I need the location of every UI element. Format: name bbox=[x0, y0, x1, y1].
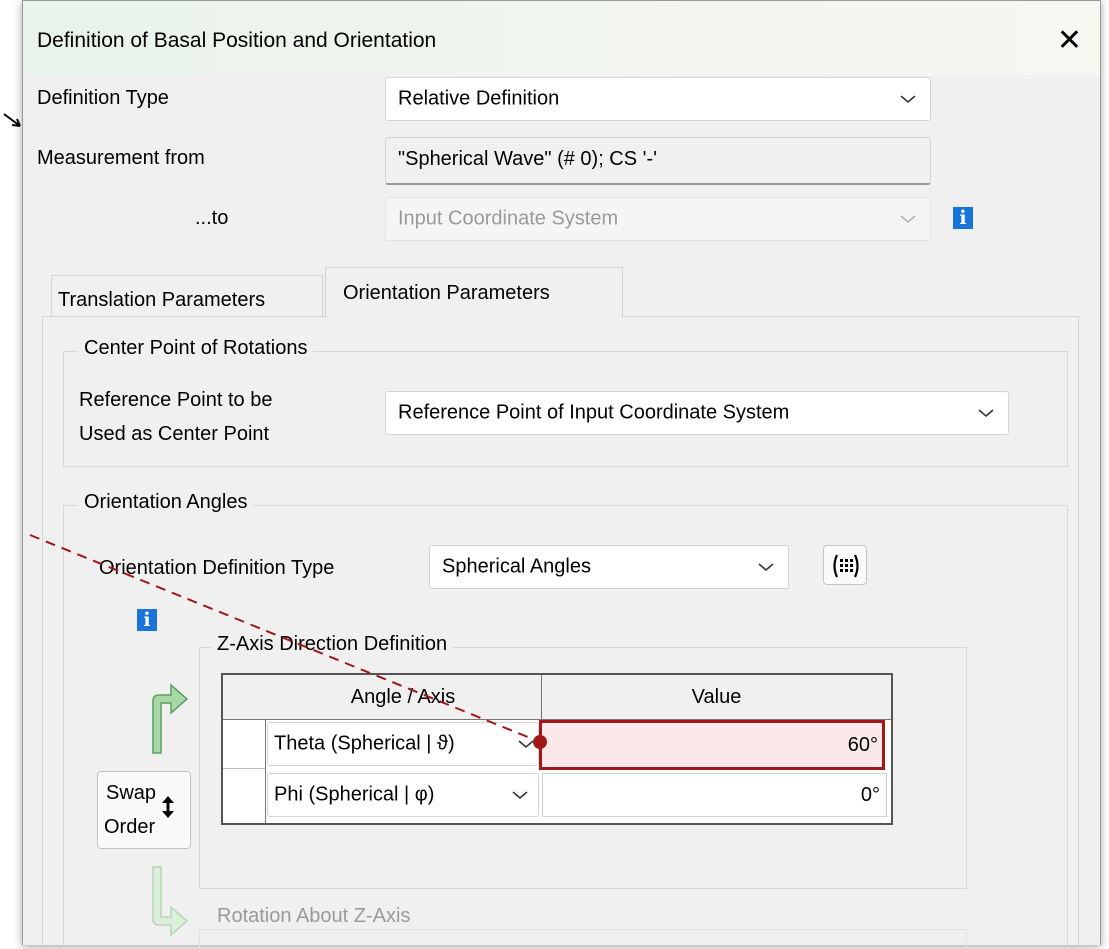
table-corner-cell bbox=[223, 675, 266, 720]
reference-point-label-2: Used as Center Point bbox=[79, 423, 270, 445]
chevron-down-icon bbox=[758, 563, 774, 572]
swap-label-1: Swap bbox=[106, 782, 157, 804]
center-point-legend: Center Point of Rotations bbox=[78, 337, 314, 360]
angle-select[interactable]: Phi (Spherical | φ) bbox=[267, 773, 539, 817]
reference-point-value: Reference Point of Input Coordinate Syst… bbox=[398, 401, 790, 424]
table-row: Phi (Spherical | φ) bbox=[267, 773, 539, 817]
title-bar: Definition of Basal Position and Orienta… bbox=[23, 1, 1100, 75]
swap-updown-icon bbox=[162, 796, 174, 818]
z-axis-table: Angle / Axis Value Theta (Spherical | ϑ)… bbox=[221, 673, 893, 825]
orientation-def-type-select[interactable]: Spherical Angles bbox=[429, 545, 789, 589]
swap-order-button[interactable]: Swap Order bbox=[97, 771, 191, 849]
tab-orientation-label: Orientation Parameters bbox=[343, 282, 550, 304]
table-keypad-icon bbox=[833, 554, 859, 578]
angle-select[interactable]: Theta (Spherical | ϑ) bbox=[267, 722, 539, 766]
to-select: Input Coordinate System bbox=[385, 197, 931, 241]
info-icon[interactable]: i bbox=[137, 609, 157, 631]
chevron-down-icon bbox=[900, 95, 916, 104]
measurement-from-label: Measurement from bbox=[37, 147, 205, 169]
value-cell-highlighted[interactable]: 60° bbox=[539, 720, 885, 770]
definition-type-select[interactable]: Relative Definition bbox=[385, 77, 931, 121]
chevron-down-icon bbox=[900, 215, 916, 224]
swap-label-2: Order bbox=[104, 816, 156, 838]
dialog-window: Definition of Basal Position and Orienta… bbox=[22, 0, 1101, 949]
column-header-angle: Angle / Axis bbox=[265, 675, 542, 720]
reference-point-select[interactable]: Reference Point of Input Coordinate Syst… bbox=[385, 391, 1009, 435]
info-icon[interactable]: i bbox=[953, 207, 973, 229]
rotation-z-group bbox=[199, 929, 967, 949]
measurement-from-value: "Spherical Wave" (# 0); CS '-' bbox=[398, 148, 657, 170]
tab-translation-parameters[interactable]: Translation Parameters bbox=[51, 275, 323, 317]
table-row: Theta (Spherical | ϑ) bbox=[267, 722, 539, 766]
theta-value: 60° bbox=[847, 734, 878, 756]
orientation-angles-legend: Orientation Angles bbox=[78, 491, 254, 514]
angle-value: Theta (Spherical | ϑ) bbox=[274, 732, 455, 755]
arrow-up-right-icon bbox=[152, 683, 189, 754]
column-header-value: Value bbox=[542, 675, 891, 720]
rotation-z-legend: Rotation About Z-Axis bbox=[211, 905, 417, 928]
angle-value: Phi (Spherical | φ) bbox=[274, 783, 435, 806]
z-axis-legend: Z-Axis Direction Definition bbox=[211, 633, 454, 656]
definition-type-label: Definition Type bbox=[37, 87, 169, 109]
table-keypad-button[interactable] bbox=[823, 545, 867, 585]
chevron-down-icon bbox=[518, 740, 534, 749]
chevron-down-icon bbox=[978, 409, 994, 418]
definition-type-value: Relative Definition bbox=[398, 87, 560, 110]
orientation-def-type-value: Spherical Angles bbox=[442, 555, 591, 578]
tab-translation-label: Translation Parameters bbox=[58, 289, 266, 311]
orientation-def-type-label: Orientation Definition Type bbox=[99, 557, 335, 579]
row-header[interactable] bbox=[223, 720, 266, 769]
tab-orientation-parameters[interactable]: Orientation Parameters bbox=[325, 267, 623, 318]
to-label: ...to bbox=[195, 207, 229, 229]
arrow-down-right-icon bbox=[152, 866, 189, 937]
phi-value: 0° bbox=[860, 784, 880, 806]
value-cell[interactable]: 0° bbox=[542, 773, 887, 817]
dialog-title: Definition of Basal Position and Orienta… bbox=[37, 29, 437, 52]
measurement-from-field: "Spherical Wave" (# 0); CS '-' bbox=[385, 137, 931, 185]
chevron-down-icon bbox=[512, 791, 528, 800]
to-value: Input Coordinate System bbox=[398, 207, 619, 230]
reference-point-label-1: Reference Point to be bbox=[79, 389, 273, 411]
row-header[interactable] bbox=[223, 769, 266, 823]
close-icon[interactable]: ✕ bbox=[1057, 23, 1082, 58]
